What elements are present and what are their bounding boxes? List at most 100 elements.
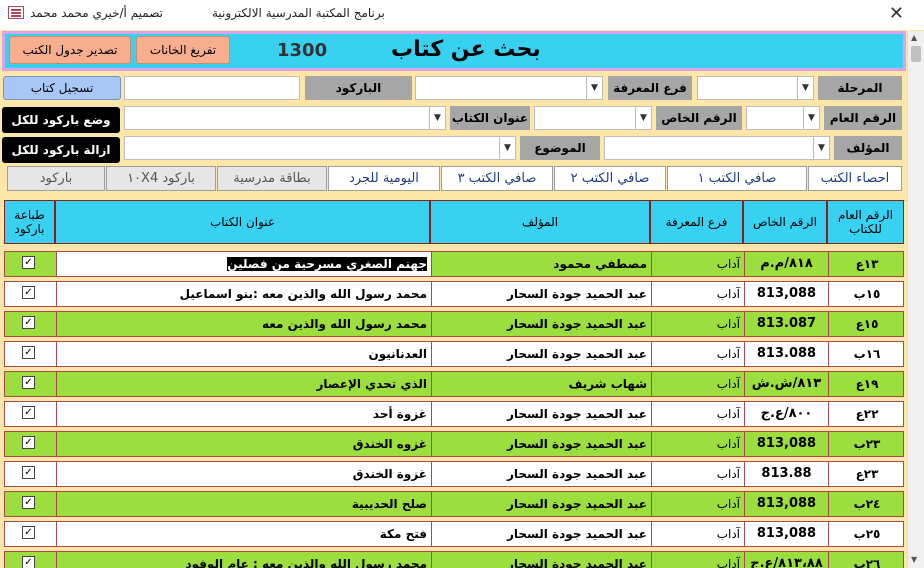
col-branch: فرع المعرفة [650, 200, 743, 244]
table-row[interactable]: ✓ جهنم الصغري مسرحية من فصلين مصطفي محمو… [4, 251, 904, 277]
author-cell: عبد الحميد جودة السحار [431, 492, 651, 516]
tab-school-card[interactable]: بطاقة مدرسية [217, 166, 327, 191]
print-checkbox[interactable]: ✓ [5, 372, 56, 396]
table-row[interactable]: ✓ محمد رسول الله والذين معه :بنو اسماعيل… [4, 281, 904, 307]
print-checkbox[interactable]: ✓ [5, 402, 56, 426]
general-no-cell: ١٥ب [828, 282, 905, 306]
title-cell: محمد رسول الله والذين معه [56, 312, 431, 336]
checkbox-checked-icon[interactable]: ✓ [22, 256, 35, 269]
tab-book-stats[interactable]: احصاء الكتب [808, 166, 902, 191]
tab-barcode-10x4[interactable]: باركود ١٠X4 [106, 166, 216, 191]
col-title: عنوان الكتاب [55, 200, 430, 244]
title-cell: العدنانيون [56, 342, 431, 366]
branch-cell: آداب [651, 372, 744, 396]
print-checkbox[interactable]: ✓ [5, 312, 56, 336]
print-checkbox[interactable]: ✓ [5, 522, 56, 546]
branch-label: فرع المعرفة [608, 76, 692, 100]
clear-fields-button[interactable]: تفريغ الخانات [136, 36, 230, 64]
general-no-cell: ١٦ب [828, 342, 905, 366]
book-title-label: عنوان الكتاب [450, 106, 530, 130]
vertical-scrollbar[interactable]: ▲ ▼ [907, 31, 924, 568]
table-row[interactable]: ✓ الذي تحدي الإعصار شهاب شريف آداب ٨١٣/ش… [4, 371, 904, 397]
special-no-cell: 813,088 [744, 432, 828, 456]
author-label: المؤلف [834, 136, 902, 160]
special-no-cell: ٨١٨/م.م [744, 252, 828, 276]
special-no-cell: 813,088 [744, 522, 828, 546]
branch-select[interactable]: ▼ [415, 76, 603, 100]
checkbox-checked-icon[interactable]: ✓ [22, 496, 35, 509]
special-no-cell: 813,088 [744, 282, 828, 306]
print-checkbox[interactable]: ✓ [5, 342, 56, 366]
checkbox-checked-icon[interactable]: ✓ [22, 346, 35, 359]
author-select[interactable]: ▼ [604, 136, 830, 160]
checkbox-checked-icon[interactable]: ✓ [22, 466, 35, 479]
scroll-up-icon[interactable]: ▲ [911, 33, 917, 42]
table-row[interactable]: ✓ فتح مكة عبد الحميد جودة السحار آداب 81… [4, 521, 904, 547]
general-no-cell: ١٩ع [828, 372, 905, 396]
col-general-no: الرقم العام للكتاب [827, 200, 904, 244]
chevron-down-icon[interactable]: ▼ [429, 107, 445, 129]
special-no-select[interactable]: ▼ [534, 106, 652, 130]
col-special-no: الرقم الخاص [743, 200, 827, 244]
close-icon[interactable]: ✕ [889, 3, 904, 24]
scroll-thumb[interactable] [911, 46, 921, 62]
print-checkbox[interactable]: ✓ [5, 252, 56, 276]
chevron-down-icon[interactable]: ▼ [586, 77, 602, 99]
checkbox-checked-icon[interactable]: ✓ [22, 526, 35, 539]
print-checkbox[interactable]: ✓ [5, 432, 56, 456]
set-barcode-all-button[interactable]: وضع باركود للكل [2, 107, 120, 133]
chevron-down-icon[interactable]: ▼ [803, 107, 819, 129]
subject-select[interactable]: ▼ [124, 136, 516, 160]
table-row[interactable]: ✓ العدنانيون عبد الحميد جودة السحار آداب… [4, 341, 904, 367]
branch-cell: آداب [651, 552, 744, 568]
checkbox-checked-icon[interactable]: ✓ [22, 436, 35, 449]
table-row[interactable]: ✓ صلح الحديبية عبد الحميد جودة السحار آد… [4, 491, 904, 517]
stage-select[interactable]: ▼ [697, 76, 814, 100]
general-no-select[interactable]: ▼ [746, 106, 820, 130]
checkbox-checked-icon[interactable]: ✓ [22, 406, 35, 419]
branch-cell: آداب [651, 402, 744, 426]
author-cell: مصطفي محمود [431, 252, 651, 276]
chevron-down-icon[interactable]: ▼ [635, 107, 651, 129]
tab-net-books-3[interactable]: صافي الكتب ٣ [441, 166, 553, 191]
title-bar: تصميم أ/خيري محمد محمد برنامج المكتبة ال… [0, 0, 924, 30]
branch-cell: آداب [651, 492, 744, 516]
designer-credit: تصميم أ/خيري محمد محمد [30, 6, 163, 20]
special-no-cell: 813,088 [744, 492, 828, 516]
chevron-down-icon[interactable]: ▼ [813, 137, 829, 159]
print-checkbox[interactable]: ✓ [5, 552, 56, 568]
tab-net-books-2[interactable]: صافي الكتب ٢ [554, 166, 666, 191]
remove-barcode-all-button[interactable]: ازالة باركود للكل [2, 137, 120, 163]
barcode-field[interactable] [124, 76, 300, 100]
chevron-down-icon[interactable]: ▼ [797, 77, 813, 99]
checkbox-checked-icon[interactable]: ✓ [22, 286, 35, 299]
title-cell[interactable]: جهنم الصغري مسرحية من فصلين [56, 252, 431, 276]
register-book-button[interactable]: تسجيل كتاب [3, 76, 121, 100]
export-table-button[interactable]: تصدير جدول الكتب [9, 36, 131, 64]
checkbox-checked-icon[interactable]: ✓ [22, 316, 35, 329]
chevron-down-icon[interactable]: ▼ [499, 137, 515, 159]
checkbox-checked-icon[interactable]: ✓ [22, 556, 35, 568]
book-count: 1300 [277, 40, 328, 61]
table-row[interactable]: ✓ غزوة أحد عبد الحميد جودة السحار آداب ٨… [4, 401, 904, 427]
author-cell: عبد الحميد جودة السحار [431, 432, 651, 456]
book-title-select[interactable]: ▼ [124, 106, 446, 130]
tab-barcode[interactable]: باركود [7, 166, 105, 191]
tab-daily-inventory[interactable]: اليومية للجرد [328, 166, 440, 191]
branch-cell: آداب [651, 282, 744, 306]
scroll-down-icon[interactable]: ▼ [911, 555, 917, 564]
title-text: جهنم الصغري مسرحية من فصلين [227, 257, 427, 271]
special-no-cell: 813.088 [744, 342, 828, 366]
print-checkbox[interactable]: ✓ [5, 282, 56, 306]
print-checkbox[interactable]: ✓ [5, 492, 56, 516]
table-row[interactable]: ✓ محمد رسول الله والذين معه عبد الحميد ج… [4, 311, 904, 337]
print-checkbox[interactable]: ✓ [5, 462, 56, 486]
table-row[interactable]: ✓ محمد رسول الله والذين معه : عام الوفود… [4, 551, 904, 568]
general-no-cell: ٢٢ع [828, 402, 905, 426]
special-no-label: الرقم الخاص [656, 106, 742, 130]
table-row[interactable]: ✓ غزوه الخندق عبد الحميد جودة السحار آدا… [4, 431, 904, 457]
checkbox-checked-icon[interactable]: ✓ [22, 376, 35, 389]
title-cell: محمد رسول الله والذين معه :بنو اسماعيل [56, 282, 431, 306]
table-row[interactable]: ✓ غزوة الخندق عبد الحميد جودة السحار آدا… [4, 461, 904, 487]
tab-net-books-1[interactable]: صافي الكتب ١ [667, 166, 807, 191]
